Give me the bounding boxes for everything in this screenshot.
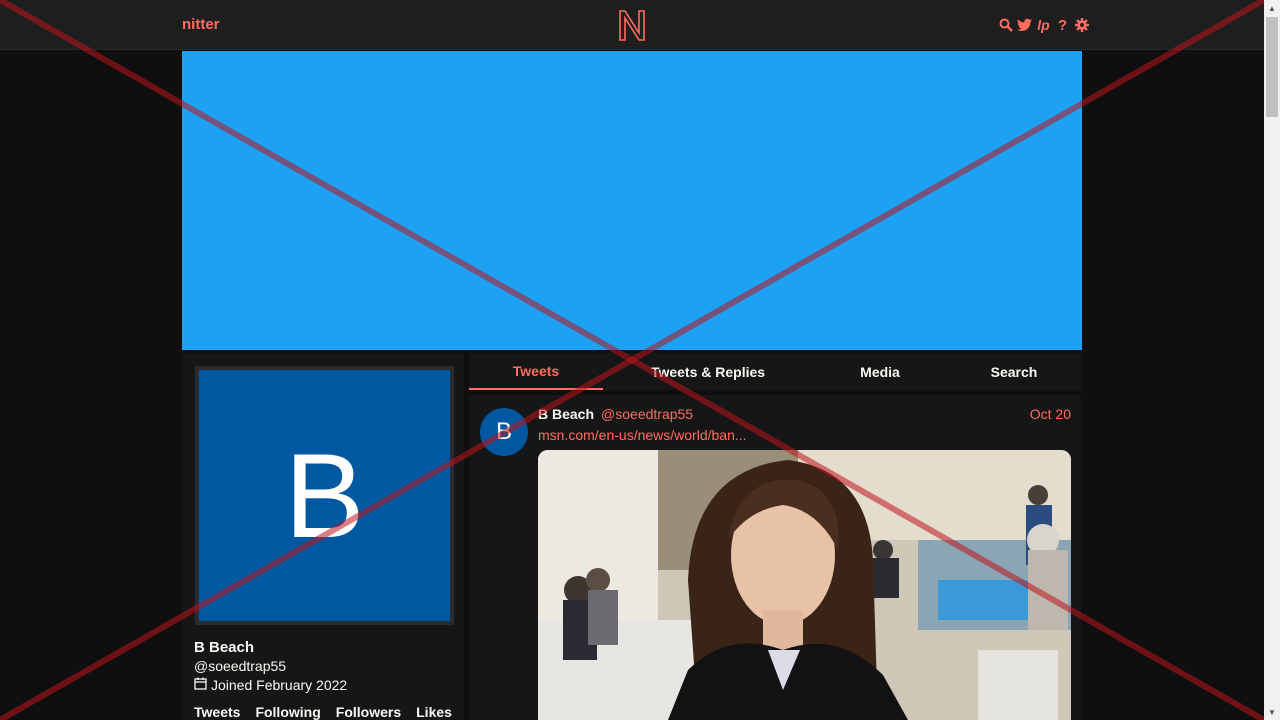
profile-avatar[interactable]: B <box>195 366 454 625</box>
timeline: B B Beach @soeedtrap55 Oct 20 msn.com/en… <box>469 395 1081 720</box>
profile-fullname[interactable]: B Beach <box>194 639 254 656</box>
stat-likes: Likes <box>416 704 452 720</box>
lp-icon[interactable]: lp <box>1036 17 1051 33</box>
nitter-home-link[interactable]: nitter <box>182 16 220 33</box>
profile-banner[interactable] <box>182 51 1082 350</box>
tweet-username[interactable]: @soeedtrap55 <box>601 406 693 422</box>
tab-tweets-and-replies[interactable]: Tweets & Replies <box>634 353 782 390</box>
tweet-avatar[interactable]: B <box>480 408 528 456</box>
nav-icons: lp ? <box>998 15 1089 35</box>
tweet-fullname[interactable]: B Beach <box>538 406 594 422</box>
tweet-avatar-letter: B <box>495 418 512 445</box>
page-scrollbar[interactable]: ▲ ▼ <box>1264 0 1280 720</box>
profile-joined-date: Joined February 2022 <box>194 677 347 693</box>
tweet-date[interactable]: Oct 20 <box>1030 406 1071 422</box>
search-icon[interactable] <box>998 17 1013 33</box>
gear-icon[interactable] <box>1074 17 1089 33</box>
tweet-header: B Beach @soeedtrap55 <box>538 406 693 422</box>
tab-tweets[interactable]: Tweets <box>469 353 603 390</box>
tab-media[interactable]: Media <box>839 353 921 390</box>
scroll-up-arrow-icon[interactable]: ▲ <box>1264 0 1280 16</box>
avatar-letter: B <box>284 428 365 563</box>
tweet-link[interactable]: msn.com/en-us/news/world/ban... <box>538 427 747 443</box>
twitter-bird-icon[interactable] <box>1017 17 1032 33</box>
tab-search[interactable]: Search <box>974 353 1054 390</box>
stat-tweets: Tweets <box>194 704 241 720</box>
tweet-media-image[interactable] <box>538 450 1071 720</box>
timeline-tabs: Tweets Tweets & Replies Media Search <box>469 353 1081 390</box>
stat-following: Following <box>255 704 321 720</box>
profile-card: B B Beach @soeedtrap55 Joined February 2… <box>182 353 464 720</box>
stat-followers: Followers <box>335 704 402 720</box>
help-icon-text: ? <box>1057 16 1068 34</box>
profile-stats: Tweets Following Followers Likes <box>194 704 452 720</box>
lp-icon-text: lp <box>1037 17 1050 33</box>
calendar-icon <box>194 677 207 693</box>
joined-text: Joined February 2022 <box>211 677 348 693</box>
scroll-down-arrow-icon[interactable]: ▼ <box>1264 704 1280 720</box>
help-icon[interactable]: ? <box>1055 16 1070 34</box>
nitter-logo-icon[interactable] <box>617 8 647 42</box>
scrollbar-thumb[interactable] <box>1266 17 1278 117</box>
profile-username[interactable]: @soeedtrap55 <box>194 658 286 674</box>
navbar: nitter lp ? <box>0 0 1264 50</box>
